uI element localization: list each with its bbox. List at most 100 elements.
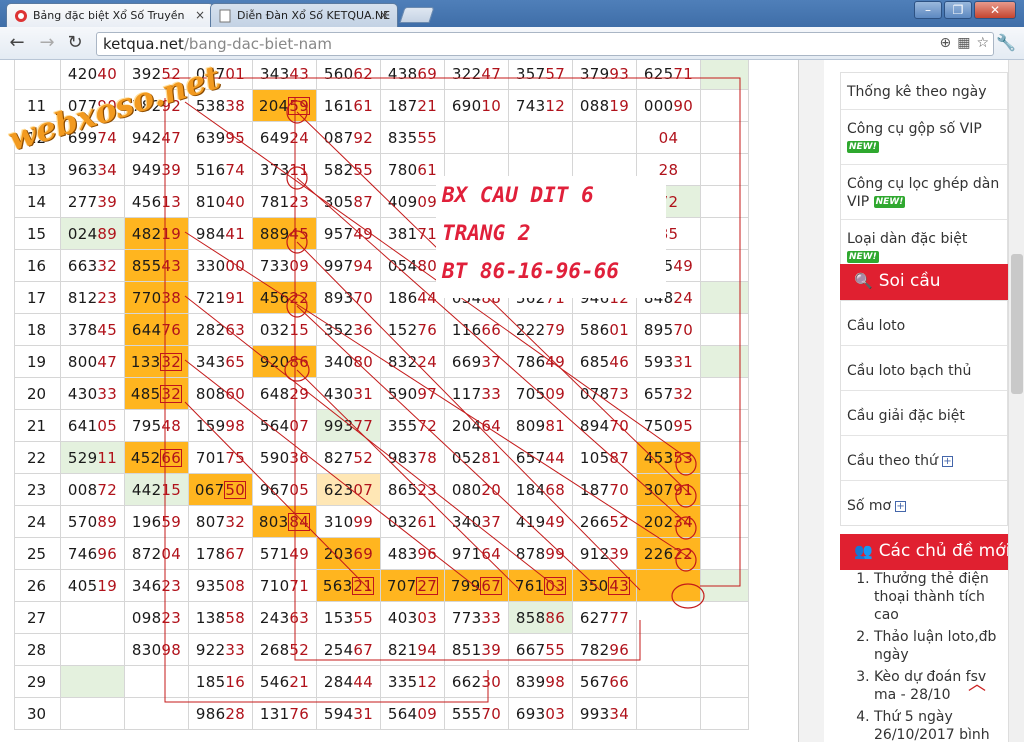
prize-number-head: 851: [451, 640, 482, 659]
prize-number-head: 707: [386, 576, 417, 595]
prize-number-tail: 05: [289, 480, 310, 499]
prize-cell: 68546: [572, 345, 637, 378]
translate-icon[interactable]: ▦: [957, 35, 970, 51]
prize-number-head: 710: [259, 576, 290, 595]
prize-cell: 66755: [508, 633, 573, 666]
prize-number-head: 080: [451, 480, 482, 499]
prize-number-head: 453: [643, 448, 674, 467]
prize-number-tail: 34: [673, 512, 694, 531]
bookmark-star-icon[interactable]: ☆: [976, 35, 989, 51]
topic-link[interactable]: Thưởng thẻ điện thoại thành tích cao: [874, 570, 1008, 624]
maximize-button[interactable]: ❐: [944, 1, 972, 19]
sidebar-item-loc-ghep[interactable]: Công cụ lọc ghép dàn VIP NEW!: [841, 165, 1007, 220]
new-tab-button[interactable]: [399, 7, 435, 23]
sidebar-item-cau-theo-thu[interactable]: Cầu theo thứ +: [841, 436, 1007, 481]
prize-number-tail: 04: [658, 128, 679, 147]
expand-plus-icon[interactable]: +: [941, 455, 953, 467]
prize-cell: 89470: [572, 409, 637, 442]
prize-cell: [124, 697, 189, 730]
search-icon: 🔍: [854, 272, 873, 290]
prize-number-tail: 77: [353, 416, 374, 435]
prize-number-tail: 86: [545, 608, 566, 627]
topic-link[interactable]: Thảo luận loto,đb ngày: [874, 628, 1008, 664]
prize-cell: 56409: [380, 697, 445, 730]
prize-number-head: 983: [387, 448, 418, 467]
scrollbar-thumb[interactable]: [1011, 254, 1023, 394]
tab-inactive[interactable]: Diễn Đàn Xổ Số KETQUA.NE ×: [210, 3, 398, 27]
zoom-icon[interactable]: ⊕: [939, 35, 951, 51]
prize-number-head: 858: [515, 608, 546, 627]
prize-cell: 81223: [60, 281, 125, 314]
topic-link[interactable]: Thứ 5 ngày 26/10/2017 bình thuận: [874, 708, 1008, 742]
sidebar-item-gop-so[interactable]: Công cụ gộp số VIP NEW!: [841, 110, 1007, 165]
prize-number-head: 352: [323, 320, 354, 339]
prize-cell: 15355: [316, 601, 381, 634]
prize-number-head: 627: [579, 608, 610, 627]
back-arrow-icon[interactable]: ←: [6, 33, 28, 55]
prize-number-tail: 39: [481, 640, 502, 659]
prize-number-tail: 37: [481, 352, 502, 371]
sidebar-item-thong-ke[interactable]: Thống kê theo ngày: [841, 73, 1007, 110]
prize-number-tail: 40: [225, 192, 246, 211]
prize-number-head: 746: [67, 544, 98, 563]
page-scrollbar[interactable]: [1008, 60, 1024, 742]
sidebar-item-cau-bach-thu[interactable]: Cầu loto bạch thủ: [841, 346, 1007, 391]
empty-cell: [700, 633, 749, 666]
sidebar-item-cau-dac-biet[interactable]: Cầu giải đặc biệt: [841, 391, 1007, 436]
prize-cell: 34037: [444, 505, 509, 538]
close-window-button[interactable]: ✕: [974, 1, 1016, 19]
topic-link[interactable]: Kèo dự đoán fsv ma - 28/10: [874, 668, 1008, 704]
prize-number-head: 529: [67, 448, 98, 467]
prize-cell: 22279: [508, 313, 573, 346]
sidebar-item-so-mo[interactable]: Số mơ +: [841, 481, 1007, 525]
prize-number-tail: 43: [289, 64, 310, 83]
prize-cell: 80860: [188, 377, 253, 410]
prize-cell: 96705: [252, 473, 317, 506]
prize-number-tail: 21: [352, 576, 375, 595]
tab-close-icon[interactable]: ×: [379, 8, 389, 22]
prize-number-tail: 13: [161, 192, 182, 211]
sidebar-item-cau-loto[interactable]: Cầu loto: [841, 301, 1007, 346]
prize-number-head: 770: [131, 288, 162, 307]
prize-number-tail: 70: [353, 288, 374, 307]
prize-number-tail: 84: [288, 512, 311, 531]
prize-number-head: 078: [579, 384, 610, 403]
prize-number-tail: 43: [161, 256, 182, 275]
prize-cell: 07873: [572, 377, 637, 410]
wrench-menu-icon[interactable]: 🔧: [996, 33, 1016, 52]
reload-icon[interactable]: ↻: [64, 33, 86, 55]
expand-plus-icon[interactable]: +: [895, 500, 907, 512]
empty-cell: [700, 89, 749, 122]
prize-number-head: 346: [131, 576, 162, 595]
prize-number-head: 335: [387, 672, 418, 691]
prize-number-head: 895: [643, 320, 674, 339]
prize-number-tail: 63: [289, 608, 310, 627]
prize-number-tail: 71: [289, 576, 310, 595]
prize-number-tail: 72: [417, 416, 438, 435]
prize-number-head: 322: [451, 64, 482, 83]
prize-cell: 17867: [188, 537, 253, 570]
prize-number-head: 935: [195, 576, 226, 595]
prize-cell: 59097: [380, 377, 445, 410]
scroll-to-top-icon[interactable]: ︿: [968, 670, 986, 696]
prize-cell: 96334: [60, 153, 125, 186]
prize-number-head: 116: [451, 320, 482, 339]
table-row: 19 80047 13332 34365 92086 34080 83224 66937 786…: [14, 345, 749, 378]
prize-cell: 70175: [188, 441, 253, 474]
prize-number-head: 560: [323, 64, 354, 83]
prize-number-head: 773: [451, 608, 482, 627]
address-bar[interactable]: ketqua.net/bang-dac-biet-nam ⊕ ▦ ☆: [96, 32, 994, 56]
prize-cell: 97164: [444, 537, 509, 570]
prize-cell: 99794: [316, 249, 381, 282]
tab-close-icon[interactable]: ×: [195, 8, 205, 22]
prize-cell: 93508: [188, 569, 253, 602]
prize-cell: 64476: [124, 313, 189, 346]
minimize-button[interactable]: –: [914, 1, 942, 19]
prize-number-head: 442: [131, 480, 162, 499]
row-number: 14: [14, 185, 61, 218]
prize-cell: 18644: [380, 281, 445, 314]
prize-cell: [636, 665, 701, 698]
forward-arrow-icon[interactable]: →: [36, 33, 58, 55]
prize-number-tail: 48: [161, 416, 182, 435]
tab-active[interactable]: Bảng đặc biệt Xổ Số Truyền ×: [6, 3, 214, 27]
